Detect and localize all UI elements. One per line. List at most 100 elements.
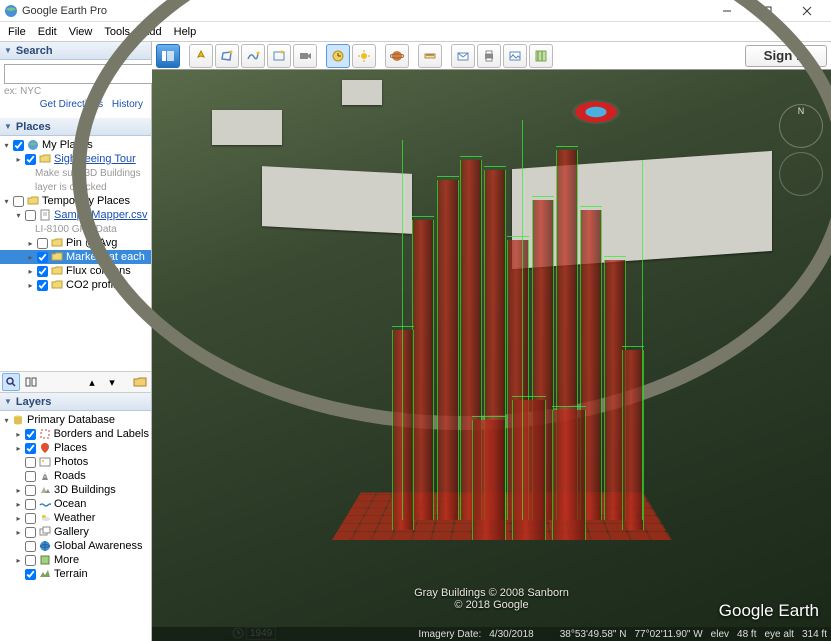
visibility-checkbox[interactable] — [25, 527, 36, 538]
visibility-checkbox[interactable] — [25, 457, 36, 468]
pan-control[interactable] — [779, 152, 823, 196]
expand-icon[interactable]: ▾ — [2, 141, 11, 150]
status-date-label: Imagery Date: — [418, 629, 481, 640]
places-icon — [38, 442, 52, 454]
layers-item-row[interactable]: ▸Borders and Labels — [0, 427, 151, 441]
collapse-icon: ▼ — [4, 397, 12, 406]
layers-item-row[interactable]: ▸ Places — [0, 441, 151, 455]
places-toolbar: ▴ ▾ — [0, 371, 151, 393]
globe-icon — [38, 540, 52, 552]
layers-item-label: Terrain — [54, 568, 88, 580]
visibility-checkbox[interactable] — [13, 196, 24, 207]
layers-item-row[interactable]: ▸ Weather — [0, 511, 151, 525]
photos-icon — [38, 456, 52, 468]
layers-item-row[interactable]: Roads — [0, 469, 151, 483]
folder-icon — [50, 237, 64, 249]
close-button[interactable] — [787, 0, 827, 22]
visibility-checkbox[interactable] — [25, 429, 36, 440]
visibility-checkbox[interactable] — [37, 280, 48, 291]
layers-panel-header[interactable]: ▼ Layers — [0, 393, 151, 411]
menu-edit[interactable]: Edit — [32, 24, 63, 40]
visibility-checkbox[interactable] — [25, 485, 36, 496]
visibility-checkbox[interactable] — [25, 513, 36, 524]
expand-icon[interactable]: ▸ — [14, 528, 23, 537]
earth-icon — [26, 139, 40, 151]
visibility-checkbox[interactable] — [37, 266, 48, 277]
visibility-checkbox[interactable] — [37, 252, 48, 263]
layers-item-row[interactable]: ▸ Ocean — [0, 497, 151, 511]
expand-icon[interactable]: ▸ — [26, 253, 35, 262]
layers-item-label: Gallery — [54, 526, 89, 538]
visibility-checkbox[interactable] — [25, 471, 36, 482]
layers-tree: ▾Primary Database▸Borders and Labels▸Pla… — [0, 411, 151, 641]
data-columns-overlay — [352, 130, 672, 550]
expand-icon[interactable]: ▾ — [2, 197, 11, 206]
status-lat: 38°53'49.58" N — [560, 629, 627, 640]
layers-item-row[interactable]: ▸ 3D Buildings — [0, 483, 151, 497]
expand-icon[interactable]: ▸ — [14, 514, 23, 523]
visibility-checkbox[interactable] — [25, 154, 36, 165]
collapse-icon: ▼ — [4, 46, 12, 55]
places-panel-title: Places — [16, 121, 51, 133]
globe-view[interactable]: Gray Buildings © 2008 Sanborn © 2018 Goo… — [152, 70, 831, 641]
layers-panel-title: Layers — [16, 396, 51, 408]
layers-item-label: Roads — [54, 470, 86, 482]
visibility-checkbox[interactable] — [25, 443, 36, 454]
compass-control[interactable] — [779, 104, 823, 148]
viewport: Sign in — [152, 42, 831, 641]
status-bar: Imagery Date: 4/30/2018 38°53'49.58" N 7… — [152, 627, 831, 641]
visibility-checkbox[interactable] — [13, 140, 24, 151]
expand-icon[interactable]: ▸ — [14, 444, 23, 453]
move-down-button[interactable]: ▾ — [103, 373, 121, 391]
menu-view[interactable]: View — [63, 24, 99, 40]
borders-icon — [38, 428, 52, 440]
folder-icon — [50, 251, 64, 263]
status-date: 4/30/2018 — [489, 629, 534, 640]
layers-item-label: Photos — [54, 456, 88, 468]
status-elev: 48 ft — [737, 629, 756, 640]
roads-icon — [38, 470, 52, 482]
expand-icon[interactable]: ▸ — [26, 267, 35, 276]
expand-icon[interactable]: ▾ — [14, 211, 23, 220]
search-places-button[interactable] — [2, 373, 20, 391]
visibility-checkbox[interactable] — [25, 569, 36, 580]
layers-item-row[interactable]: ▸ More — [0, 553, 151, 567]
move-up-button[interactable]: ▴ — [83, 373, 101, 391]
visibility-checkbox[interactable] — [25, 555, 36, 566]
visibility-checkbox[interactable] — [25, 541, 36, 552]
layers-item-row[interactable]: Terrain — [0, 567, 151, 581]
folder-icon — [50, 265, 64, 277]
expand-icon[interactable]: ▾ — [2, 416, 11, 425]
expand-icon[interactable]: ▸ — [26, 281, 35, 290]
expand-icon[interactable]: ▸ — [14, 155, 23, 164]
expand-icon[interactable]: ▸ — [14, 486, 23, 495]
layers-item-row[interactable]: ▸ Gallery — [0, 525, 151, 539]
layers-item-label: Weather — [54, 512, 95, 524]
visibility-checkbox[interactable] — [25, 499, 36, 510]
layers-item-label: Global Awareness — [54, 540, 142, 552]
layers-item-row[interactable]: Global Awareness — [0, 539, 151, 553]
gallery-icon — [38, 526, 52, 538]
status-alt-label: eye alt — [765, 629, 794, 640]
attribution-line1: Gray Buildings © 2008 Sanborn — [152, 587, 831, 599]
split-panel-button[interactable] — [22, 373, 40, 391]
layers-item-label: Ocean — [54, 498, 86, 510]
search-panel-title: Search — [16, 45, 53, 57]
status-alt: 314 ft — [802, 629, 827, 640]
layers-item-row[interactable]: ▾Primary Database — [0, 413, 151, 427]
expand-icon[interactable]: ▸ — [14, 500, 23, 509]
layers-item-label: Places — [54, 442, 87, 454]
layers-item-label: 3D Buildings — [54, 484, 116, 496]
visibility-checkbox[interactable] — [37, 238, 48, 249]
expand-icon[interactable]: ▸ — [14, 430, 23, 439]
visibility-checkbox[interactable] — [25, 210, 36, 221]
layers-item-label: More — [54, 554, 79, 566]
menu-file[interactable]: File — [2, 24, 32, 40]
ocean-icon — [38, 498, 52, 510]
expand-icon[interactable]: ▸ — [26, 239, 35, 248]
layers-item-row[interactable]: Photos — [0, 455, 151, 469]
status-lon: 77°02'11.90" W — [634, 629, 702, 640]
collapse-icon: ▼ — [4, 122, 12, 131]
expand-icon[interactable]: ▸ — [14, 556, 23, 565]
open-folder-button[interactable] — [131, 373, 149, 391]
